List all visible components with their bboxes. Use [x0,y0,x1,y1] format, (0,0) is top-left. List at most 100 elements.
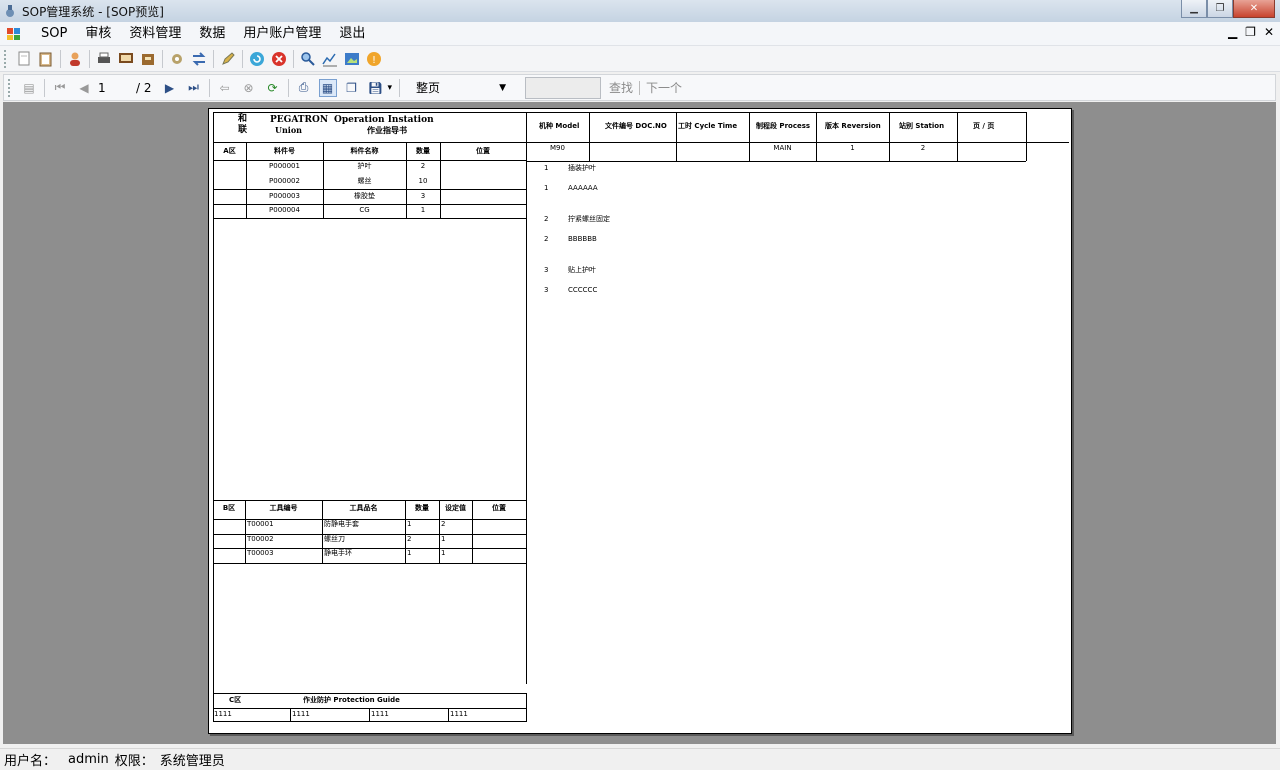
parts-header-location: 位置 [476,147,490,155]
child-close-button[interactable]: ✕ [1264,25,1274,39]
restore-button[interactable]: ❐ [1207,0,1233,18]
tools-header-zone: B区 [222,504,236,512]
parts-row4-name: CG [359,206,370,214]
title-bar: SOP管理系统 - [SOP预览] ▁ ❐ ✕ [0,0,1280,22]
toolbar-grip[interactable] [4,49,7,68]
svg-text:!: ! [372,55,376,66]
role-value: 系统管理员 [159,754,225,769]
chart-edit-icon[interactable] [322,51,338,67]
refresh-report-icon[interactable]: ⟳ [264,79,282,97]
printer-icon[interactable] [96,51,112,67]
page-number-input[interactable] [96,78,136,97]
step-no-1b: 1 [544,184,549,192]
refresh-icon[interactable] [249,51,265,67]
swap-icon[interactable] [191,51,207,67]
export-dropdown-icon[interactable]: ▾ [388,83,393,93]
tools-row2-no: T00002 [247,535,274,543]
parts-row1-partno: P000001 [269,162,300,170]
menu-exit[interactable]: 退出 [330,22,374,46]
find-link[interactable]: 查找 [609,79,633,96]
zoom-value: 整页 [416,81,441,95]
child-minimize-button[interactable]: ▁ [1228,25,1237,39]
menu-user-accounts[interactable]: 用户账户管理 [234,22,330,46]
pegatron-label: PEGATRON [270,115,329,125]
edit-icon[interactable] [220,51,236,67]
parts-header-qty: 数量 [416,147,430,155]
header-col-page: 页 / 页 [973,122,995,130]
archive-icon[interactable] [140,51,156,67]
help-icon[interactable]: ! [366,51,382,67]
step-no-1: 1 [544,164,549,172]
app-icon [6,5,14,17]
export-icon[interactable]: 💾︎ [367,79,385,97]
close-button[interactable]: ✕ [1233,0,1275,18]
search-icon[interactable] [300,51,316,67]
step-text-3b: CCCCCC [568,286,598,294]
monitor-icon[interactable] [118,51,134,67]
document-map-icon[interactable]: ▤ [20,79,38,97]
window-title: SOP管理系统 - [SOP预览] [22,4,164,19]
step-text-2b: BBBBBB [568,235,597,243]
child-restore-button[interactable]: ❐ [1245,25,1256,39]
report-page: 和 联 PEGATRON Union Operation Instation 作… [208,108,1072,734]
tools-header-setting: 设定值 [445,504,466,512]
protection-cell-1: 1111 [214,710,232,718]
report-viewer[interactable]: 和 联 PEGATRON Union Operation Instation 作… [3,102,1276,744]
header-col-station: 站别 Station [899,122,945,130]
page-setup-icon[interactable]: ❐ [343,79,361,97]
mdi-child-icon[interactable] [6,26,22,42]
menu-sop[interactable]: SOP [32,22,76,46]
back-icon[interactable]: ⇦ [216,79,234,97]
tools-row2-name: 螺丝刀 [324,535,345,543]
header-col-docno: 文件编号 DOC.NO [605,122,667,130]
previous-page-icon[interactable]: ◀ [75,79,93,97]
tools-row3-no: T00003 [247,549,274,557]
last-page-icon[interactable]: ⏭ [185,79,203,97]
minimize-button[interactable]: ▁ [1181,0,1207,18]
tools-header-qty: 数量 [415,504,429,512]
step-no-3b: 3 [544,286,549,294]
step-no-2b: 2 [544,235,549,243]
zoom-select[interactable]: 整页 ▼ [411,77,512,98]
company-cn-1: 和 [238,114,248,124]
report-toolbar-grip[interactable] [8,78,11,97]
header-col-cycle-time: 工时 Cycle Time [678,122,738,130]
tools-row1-qty: 1 [407,520,412,528]
find-text-input[interactable] [525,76,602,99]
header-val-process: MAIN [773,144,792,152]
step-text-2: 拧紧螺丝固定 [568,215,610,223]
settings-icon[interactable] [169,51,185,67]
user-icon[interactable] [67,51,83,67]
step-text-1: 插装护叶 [568,164,596,172]
menu-bar: SOP 审核 资料管理 数据 用户账户管理 退出 ▁ ❐ ✕ [0,22,1280,46]
menu-review[interactable]: 审核 [76,22,120,46]
step-text-3: 贴上护叶 [568,266,596,274]
image-icon[interactable] [344,51,360,67]
user-value: admin [68,752,109,767]
first-page-icon[interactable]: ⏮ [51,79,69,97]
menu-data-management[interactable]: 资料管理 [120,22,190,46]
parts-row4-qty: 1 [420,206,426,214]
protection-cell-3: 1111 [371,710,389,718]
status-bar: 用户名： admin 权限： 系统管理员 [0,748,1280,770]
next-page-icon[interactable]: ▶ [161,79,179,97]
tools-header-toolname: 工具品名 [349,504,378,512]
stop-icon[interactable] [271,51,287,67]
find-next-link[interactable]: 下一个 [646,79,682,96]
tools-header-location: 位置 [492,504,506,512]
doc-title-en: Operation Instation [334,115,434,125]
print-layout-icon[interactable]: ▦ [318,78,337,97]
stop-render-icon[interactable]: ⊗ [240,79,258,97]
union-label: Union [275,125,302,135]
parts-row3-name: 橡胶垫 [354,192,375,200]
parts-row2-qty: 10 [418,177,428,185]
doc-title-cn: 作业指导书 [367,125,407,135]
clipboard-icon[interactable] [38,51,54,67]
new-document-icon[interactable] [16,51,32,67]
parts-row2-partno: P000002 [269,177,300,185]
parts-header-partname: 料件名称 [350,147,379,155]
menu-data[interactable]: 数据 [190,22,234,46]
print-icon[interactable]: ⎙ [295,79,313,97]
parts-row4-partno: P000004 [269,206,300,214]
tools-header-toolno: 工具编号 [269,504,298,512]
